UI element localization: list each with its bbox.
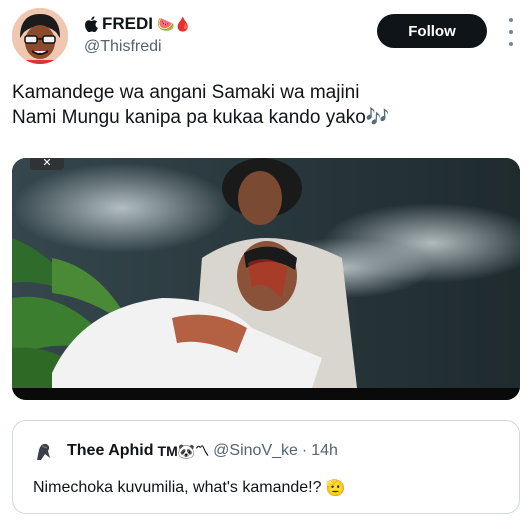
author-names: FREDI 🍉🩸 @Thisfredi bbox=[84, 14, 192, 56]
quoted-tweet[interactable]: Thee Aphid TM🐼〽 @SinoV_ke · 14h Nimechok… bbox=[12, 420, 520, 514]
media-top-tab: ✕ bbox=[30, 158, 64, 170]
author-display-name[interactable]: FREDI 🍉🩸 bbox=[84, 14, 192, 34]
author-name-text: FREDI bbox=[102, 14, 153, 33]
tweet-line-2: Nami Mungu kanipa pa kukaa kando yako🎶 bbox=[12, 105, 519, 130]
tweet-media-image[interactable]: ✕ bbox=[12, 158, 520, 400]
quoted-author-avatar[interactable] bbox=[33, 440, 55, 462]
quoted-tweet-header: Thee Aphid TM🐼〽 @SinoV_ke · 14h bbox=[33, 440, 338, 462]
quoted-text-body: Nimechoka kuvumilia, what's kamande!? bbox=[33, 479, 322, 496]
saluting-face-emoji: 🫡 bbox=[325, 480, 346, 497]
follow-button[interactable]: Follow bbox=[377, 14, 487, 48]
quoted-author-name-suffix: TM🐼〽 bbox=[157, 443, 210, 459]
author-avatar[interactable] bbox=[12, 8, 68, 64]
quoted-tweet-text: Nimechoka kuvumilia, what's kamande!? 🫡 bbox=[33, 478, 345, 498]
tweet-header: FREDI 🍉🩸 @Thisfredi Follow bbox=[12, 8, 519, 68]
tweet-text: Kamandege wa angani Samaki wa majini Nam… bbox=[12, 80, 519, 130]
music-notes-emoji: 🎶 bbox=[365, 107, 390, 128]
tweet-line-1: Kamandege wa angani Samaki wa majini bbox=[12, 82, 360, 103]
tweet-line-2-text: Nami Mungu kanipa pa kukaa kando yako bbox=[12, 107, 366, 128]
apple-logo-icon bbox=[84, 16, 98, 33]
author-handle[interactable]: @Thisfredi bbox=[84, 38, 192, 56]
separator-dot: · bbox=[301, 442, 308, 459]
quoted-author-handle[interactable]: @SinoV_ke bbox=[213, 442, 298, 460]
media-illustration bbox=[12, 158, 520, 400]
quoted-author-name[interactable]: Thee Aphid bbox=[67, 442, 154, 460]
quoted-timestamp[interactable]: 14h bbox=[311, 442, 338, 460]
author-name-emojis: 🍉🩸 bbox=[157, 15, 192, 32]
more-options-icon[interactable] bbox=[505, 18, 517, 46]
